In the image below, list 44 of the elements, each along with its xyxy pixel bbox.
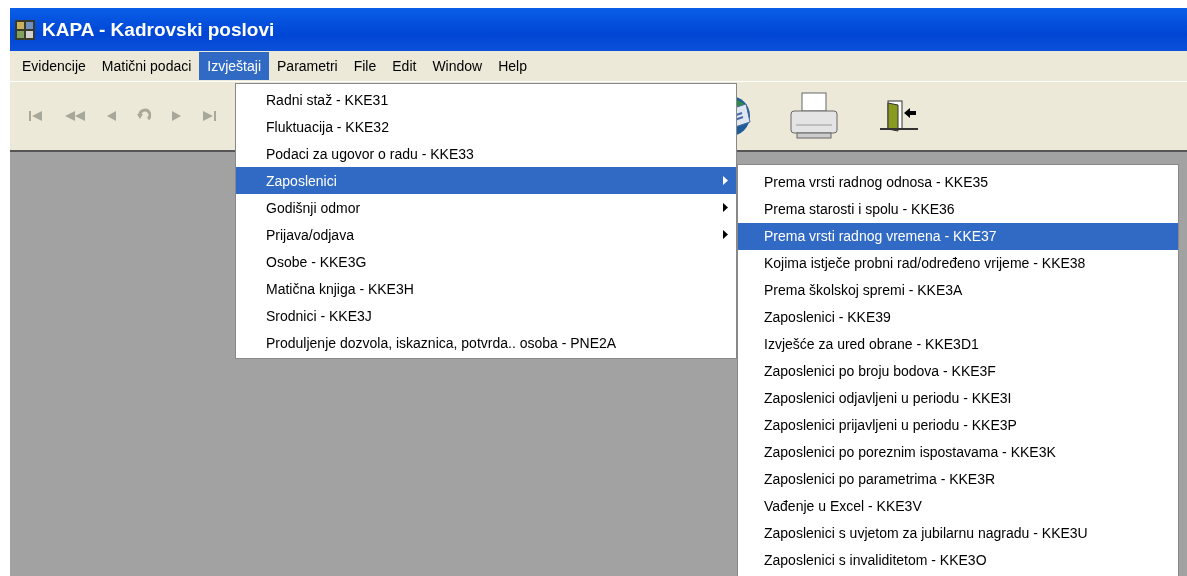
menu-item[interactable]: Zaposlenici prijavljeni u periodu - KKE3P: [738, 412, 1178, 439]
menu-item[interactable]: Help: [490, 52, 535, 80]
menu-item[interactable]: Podaci za ugovor o radu - KKE33: [236, 140, 736, 167]
first-record-icon[interactable]: [28, 110, 44, 122]
menu-item[interactable]: Radni staž - KKE31: [236, 86, 736, 113]
app-icon: [14, 18, 36, 41]
menu-item[interactable]: Srodnici - KKE3J: [236, 302, 736, 329]
menu-item[interactable]: Parametri: [269, 52, 346, 80]
menu-item[interactable]: Zaposlenici odjavljeni u periodu - KKE3I: [738, 385, 1178, 412]
submenu-arrow-icon: [723, 230, 728, 239]
menu-item[interactable]: Prema vrsti radnog vremena - KKE37: [738, 223, 1178, 250]
menu-item[interactable]: Osobe - KKE3G: [236, 248, 736, 275]
menu-item[interactable]: Kojima istječe probni rad/određeno vrijeme - KKE38: [738, 250, 1178, 277]
menu-item[interactable]: Zaposlenici - KKE39: [738, 304, 1178, 331]
submenu-arrow-icon: [723, 203, 728, 212]
menu-item[interactable]: Zaposlenici po broju bodova - KKE3F: [738, 358, 1178, 385]
menu-item[interactable]: Zaposlenici s invaliditetom - KKE3O: [738, 547, 1178, 574]
menu-item[interactable]: Prijava/odjava: [236, 221, 736, 248]
rewind-icon[interactable]: [64, 110, 86, 122]
menu-item[interactable]: Prema školskoj spremi - KKE3A: [738, 277, 1178, 304]
menu-item[interactable]: Evidencije: [14, 52, 94, 80]
menu-item[interactable]: Matična knjiga - KKE3H: [236, 275, 736, 302]
menu-item[interactable]: Prema vrsti radnog odnosa - KKE35: [738, 169, 1178, 196]
menu-item[interactable]: Edit: [384, 52, 425, 80]
menu-item[interactable]: Vađenje u Excel - KKE3V: [738, 493, 1178, 520]
menu-item[interactable]: Zaposlenici po parametrima - KKE3R: [738, 466, 1178, 493]
menu-item[interactable]: Zaposlenici: [236, 167, 736, 194]
menu-item[interactable]: Matični podaci: [93, 52, 200, 80]
menu-item[interactable]: Zaposlenici s uvjetom za jubilarnu nagradu - KKE3U: [738, 520, 1178, 547]
menu-item[interactable]: Izvješće za ured obrane - KKE3D1: [738, 331, 1178, 358]
printer-icon[interactable]: [788, 91, 840, 141]
menu-item[interactable]: Godišnji odmor: [236, 194, 736, 221]
menu-item[interactable]: Prema starosti i spolu - KKE36: [738, 196, 1178, 223]
menu-item[interactable]: Window: [424, 52, 491, 80]
next-icon[interactable]: [171, 110, 182, 122]
submenu-arrow-icon: [723, 176, 728, 185]
menu-item[interactable]: Fluktuacija - KKE32: [236, 113, 736, 140]
menu-item[interactable]: Produljenje dozvola, iskaznica, potvrda.. osoba - PNE2A: [236, 329, 736, 356]
menu-item[interactable]: File: [345, 52, 385, 80]
window-title: KAPA - Kadrovski poslovi: [42, 18, 275, 41]
menu-item[interactable]: Zaposlenici po poreznim ispostavama - KKE3K: [738, 439, 1178, 466]
menu-item[interactable]: Izvještaji: [199, 52, 269, 80]
last-record-icon[interactable]: [202, 110, 218, 122]
previous-icon[interactable]: [106, 110, 117, 122]
